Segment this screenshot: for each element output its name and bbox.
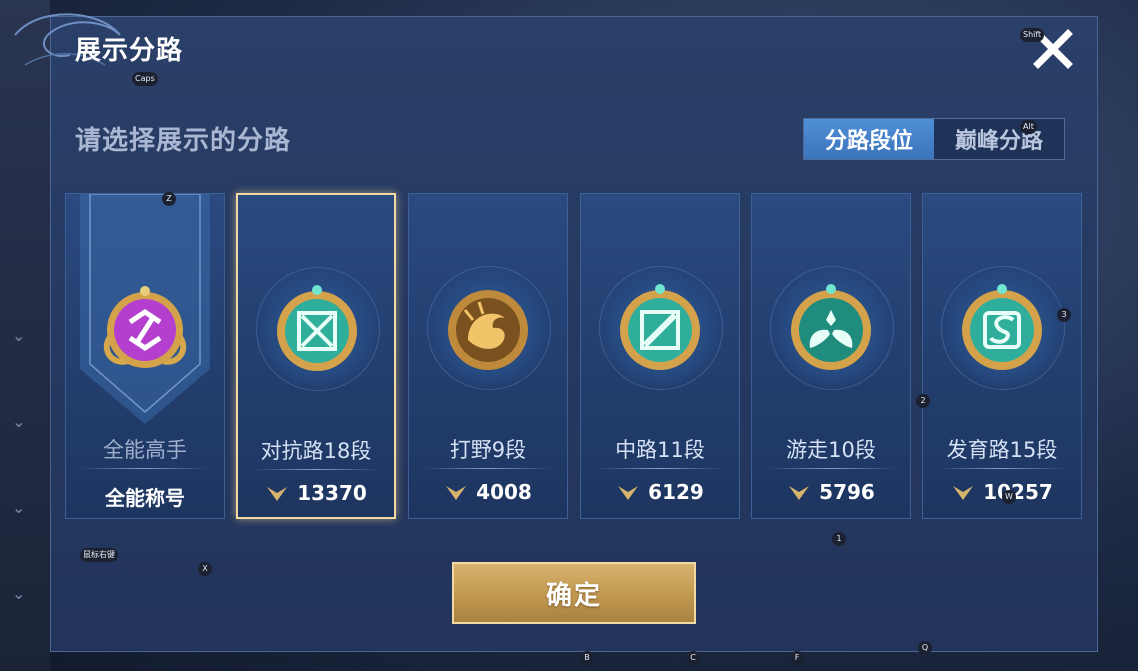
confirm-button[interactable]: 确定	[452, 562, 696, 624]
score: 13370	[238, 481, 394, 505]
divider	[252, 469, 380, 470]
key-hint-z: Z	[162, 192, 176, 206]
chevron-down-icon: ⌄	[12, 326, 26, 345]
divider	[423, 468, 553, 469]
glory-points-icon	[446, 486, 467, 500]
key-hint-3: 3	[1057, 308, 1071, 322]
chevron-down-icon: ⌄	[12, 498, 26, 517]
key-hint-1: 1	[832, 532, 846, 546]
card-title: 中路11段	[615, 438, 705, 462]
background-side-panel: ⌄ ⌄ ⌄ ⌄	[0, 0, 50, 671]
score-value: 5796	[819, 480, 875, 504]
mid-lane-emblem-icon	[620, 284, 700, 370]
card-subtitle: 全能称号	[105, 486, 185, 510]
tab-peak-lane[interactable]: 巅峰分路	[934, 119, 1064, 159]
clash-lane-emblem-icon	[277, 285, 357, 371]
divider	[937, 468, 1067, 469]
score-value: 6129	[648, 480, 704, 504]
card-title: 发育路15段	[946, 438, 1058, 462]
key-hint-b: B	[580, 651, 594, 665]
all-round-emblem-icon	[103, 286, 187, 368]
chevron-down-icon: ⌄	[12, 584, 26, 603]
score-value: 13370	[297, 481, 367, 505]
score: 4008	[409, 480, 567, 504]
card-title: 打野9段	[449, 438, 527, 462]
key-hint-shift: Shift	[1020, 28, 1045, 42]
dialog-title: 展示分路	[75, 36, 184, 66]
key-hint-w: W	[1002, 490, 1016, 504]
score: 5796	[752, 480, 910, 504]
chevron-down-icon: ⌄	[12, 412, 26, 431]
glory-points-icon	[267, 487, 288, 501]
divider	[766, 468, 896, 469]
lane-card-jungle[interactable]: 打野9段 4008	[408, 193, 568, 519]
lane-card-roam[interactable]: 游走10段 5796	[751, 193, 911, 519]
lane-card-all-round[interactable]: 全能高手 全能称号	[65, 193, 225, 519]
page-subtitle: 请选择展示的分路	[75, 126, 292, 156]
card-title: 全能高手	[103, 438, 187, 462]
key-hint-mouse-right: 鼠标右键	[80, 548, 118, 562]
lane-card-mid[interactable]: 中路11段 6129	[580, 193, 740, 519]
tab-lane-rank[interactable]: 分路段位	[804, 119, 934, 159]
score: 6129	[581, 480, 739, 504]
farm-lane-emblem-icon	[962, 284, 1042, 370]
key-hint-f: F	[790, 651, 804, 665]
jungle-dragon-emblem-icon	[448, 290, 528, 370]
key-hint-alt: Alt	[1020, 120, 1037, 134]
lane-card-clash[interactable]: 对抗路18段 13370	[236, 193, 396, 519]
key-hint-q: Q	[918, 641, 932, 655]
card-title: 游走10段	[786, 438, 876, 462]
roam-wings-emblem-icon	[791, 284, 871, 370]
glory-points-icon	[789, 486, 810, 500]
key-hint-x: X	[198, 562, 212, 576]
card-title: 对抗路18段	[260, 439, 372, 463]
score-value: 4008	[476, 480, 532, 504]
glory-points-icon	[618, 486, 639, 500]
divider	[595, 468, 725, 469]
score-value: 10257	[983, 480, 1053, 504]
divider	[80, 468, 210, 469]
key-hint-2: 2	[916, 394, 930, 408]
key-hint-caps: Caps	[132, 72, 158, 86]
key-hint-c: C	[686, 651, 700, 665]
lane-card-farm[interactable]: 发育路15段 10257	[922, 193, 1082, 519]
glory-points-icon	[953, 486, 974, 500]
